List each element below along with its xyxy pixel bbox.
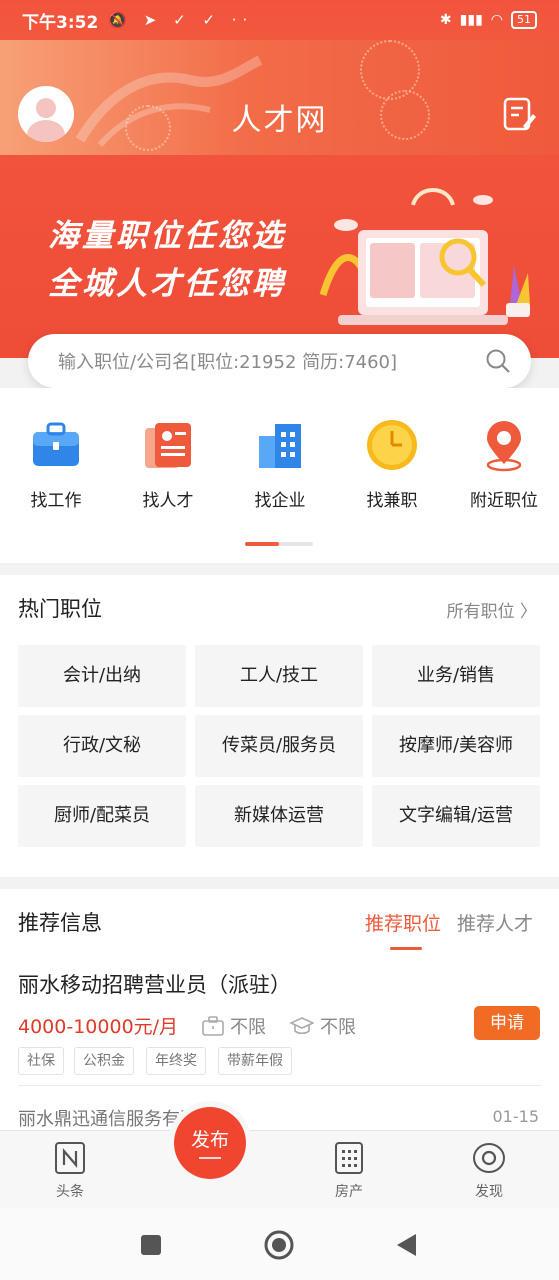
publish-button[interactable]: 发布 (174, 1107, 246, 1179)
section-title: 推荐信息 (18, 911, 102, 935)
wifi-icon: ◠ (490, 12, 503, 28)
home-icon[interactable] (264, 1230, 294, 1260)
job-category-chip[interactable]: 厨师/配菜员 (18, 785, 186, 847)
quick-nav-label: 找兼职 (366, 491, 418, 511)
top-section: 下午3:52 🔕 ➤ ✓ ✓ ·· ✱ ▮▮▮ ◠ 51 人才网 海量职位任您选 (0, 0, 559, 358)
quick-nav-label: 附近职位 (470, 491, 538, 511)
tab-recommended-talent[interactable]: 推荐人才 (457, 909, 533, 936)
signal-icon: ▮▮▮ (459, 12, 483, 28)
recent-apps-icon[interactable] (136, 1230, 166, 1260)
hot-jobs-section: 热门职位 所有职位 〉 会计/出纳 工人/技工 业务/销售 行政/文秘 传菜员/… (0, 575, 559, 877)
job-tag: 带薪年假 (218, 1047, 292, 1075)
job-salary: 4000-10000元/月 (18, 1016, 179, 1038)
building-icon (259, 424, 301, 468)
job-category-chip[interactable]: 行政/文秘 (18, 715, 186, 777)
banner-slogan-1: 海量职位任您选 (48, 218, 286, 254)
job-tag: 年终奖 (146, 1047, 206, 1075)
job-experience: 不限 (202, 1013, 266, 1039)
eye-icon (473, 1143, 505, 1173)
job-category-chip[interactable]: 工人/技工 (195, 645, 363, 707)
quick-nav-find-talent[interactable]: 找人才 (112, 418, 224, 511)
search-icon[interactable] (485, 348, 511, 374)
header: 人才网 (0, 40, 559, 155)
tab-label: 头条 (56, 1184, 84, 1200)
app-title: 人才网 (231, 103, 328, 138)
all-jobs-link[interactable]: 所有职位 〉 (447, 597, 537, 622)
job-education: 不限 (290, 1013, 356, 1039)
promo-banner[interactable]: 海量职位任您选 全城人才任您聘 (0, 155, 559, 358)
tab-recommended-jobs[interactable]: 推荐职位 (365, 909, 441, 950)
search-bar[interactable]: 输入职位/公司名[职位:21952 简历:7460] (28, 334, 531, 388)
bottom-tab-bar: 头条 发布 房产 发现 (0, 1101, 559, 1208)
bluetooth-icon: ✱ (439, 12, 452, 28)
tab-news[interactable]: 头条 (30, 1141, 110, 1201)
quick-nav: 找工作 找人才 找企业 找兼职 附近职位 (0, 388, 559, 563)
next-company-date: 01-15 (492, 1107, 540, 1126)
quick-nav-find-company[interactable]: 找企业 (224, 418, 336, 511)
job-title[interactable]: 丽水移动招聘营业员（派驻） (18, 969, 291, 999)
job-category-chip[interactable]: 会计/出纳 (18, 645, 186, 707)
tab-discover[interactable]: 发现 (449, 1141, 529, 1201)
job-category-chip[interactable]: 按摩师/美容师 (372, 715, 540, 777)
graduation-cap-icon (290, 1017, 314, 1035)
quick-nav-label: 找人才 (142, 491, 194, 511)
banner-slogan-2: 全城人才任您聘 (48, 266, 286, 302)
news-icon (55, 1142, 85, 1174)
page-indicator (245, 542, 313, 546)
publish-label: 发布 (190, 1129, 229, 1151)
recommend-section: 推荐信息 推荐职位 推荐人才 丽水移动招聘营业员（派驻） 4000-10000元… (0, 889, 559, 1134)
battery-icon: 51 (511, 11, 537, 29)
status-time: 下午3:52 (22, 12, 99, 33)
edit-note-icon[interactable] (501, 96, 537, 132)
job-education-value: 不限 (320, 1017, 356, 1038)
clock-icon (367, 420, 417, 470)
quick-nav-nearby[interactable]: 附近职位 (448, 418, 559, 511)
job-category-chip[interactable]: 传菜员/服务员 (195, 715, 363, 777)
job-tag: 公积金 (74, 1047, 134, 1075)
tab-label: 房产 (335, 1184, 363, 1200)
location-pin-icon (486, 421, 522, 472)
briefcase-icon (33, 422, 79, 466)
job-tag: 社保 (18, 1047, 64, 1075)
quick-nav-label: 找企业 (254, 491, 306, 511)
job-experience-value: 不限 (230, 1017, 266, 1038)
all-jobs-label: 所有职位 (446, 602, 515, 622)
search-input[interactable]: 输入职位/公司名[职位:21952 简历:7460] (58, 348, 485, 374)
tab-label: 发现 (475, 1184, 503, 1200)
job-category-chip[interactable]: 文字编辑/运营 (372, 785, 540, 847)
apply-button[interactable]: 申请 (474, 1006, 540, 1040)
computer-illustration (319, 188, 530, 325)
resume-icon (145, 423, 191, 468)
divider (18, 1085, 541, 1086)
status-right: ✱ ▮▮▮ ◠ 51 (440, 11, 537, 29)
notification-icons: 🔕 ➤ ✓ ✓ ·· (108, 11, 254, 29)
section-title: 热门职位 (18, 597, 102, 621)
system-nav-bar (0, 1208, 559, 1280)
back-icon[interactable] (392, 1230, 422, 1260)
status-bar: 下午3:52 🔕 ➤ ✓ ✓ ·· ✱ ▮▮▮ ◠ 51 (0, 0, 559, 40)
job-category-chip[interactable]: 业务/销售 (372, 645, 540, 707)
briefcase-icon (202, 1016, 224, 1036)
quick-nav-part-time[interactable]: 找兼职 (336, 418, 448, 511)
quick-nav-find-job[interactable]: 找工作 (0, 418, 112, 511)
chevron-right-icon: 〉 (520, 602, 537, 622)
recommend-tabs: 推荐职位 推荐人才 (365, 909, 533, 950)
tab-real-estate[interactable]: 房产 (309, 1141, 389, 1201)
quick-nav-label: 找工作 (30, 491, 82, 511)
building-icon (335, 1142, 363, 1174)
job-category-chip[interactable]: 新媒体运营 (195, 785, 363, 847)
